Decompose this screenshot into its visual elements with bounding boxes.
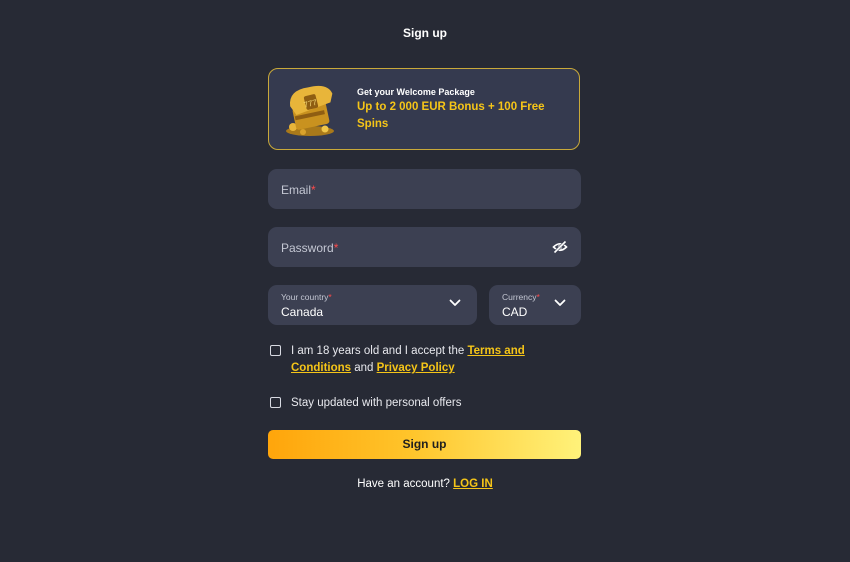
terms-checkbox[interactable] — [270, 345, 281, 356]
email-field[interactable]: Email* — [268, 169, 581, 209]
signup-button[interactable]: Sign up — [268, 430, 581, 459]
privacy-policy-link[interactable]: Privacy Policy — [377, 362, 455, 374]
promo-subtitle: Get your Welcome Package — [357, 87, 475, 97]
offers-text: Stay updated with personal offers — [291, 397, 462, 409]
login-prompt: Have an account? LOG IN — [357, 478, 493, 490]
password-label: Password* — [281, 241, 339, 255]
promo-offer: Up to 2 000 EUR Bonus + 100 Free Spins — [357, 101, 545, 130]
page-title: Sign up — [403, 26, 447, 40]
eye-off-icon[interactable] — [552, 239, 568, 255]
welcome-package-banner[interactable]: 777 Get your Welcome Package Up to 2 000… — [268, 68, 580, 150]
currency-label: Currency* — [502, 292, 540, 302]
treasure-chest-icon: 777 — [286, 85, 334, 136]
chevron-down-icon — [449, 299, 461, 306]
currency-value: CAD — [502, 305, 528, 319]
email-label: Email* — [281, 183, 316, 197]
password-field[interactable]: Password* — [268, 227, 581, 267]
terms-text: I am 18 years old and I accept the Terms… — [291, 345, 525, 374]
country-label: Your country* — [281, 292, 332, 302]
country-select[interactable]: Your country* Canada — [268, 285, 477, 325]
country-value: Canada — [281, 305, 324, 319]
chevron-down-icon — [554, 299, 566, 306]
offers-checkbox[interactable] — [270, 397, 281, 408]
currency-select[interactable]: Currency* CAD — [489, 285, 581, 325]
login-link[interactable]: LOG IN — [453, 478, 493, 490]
